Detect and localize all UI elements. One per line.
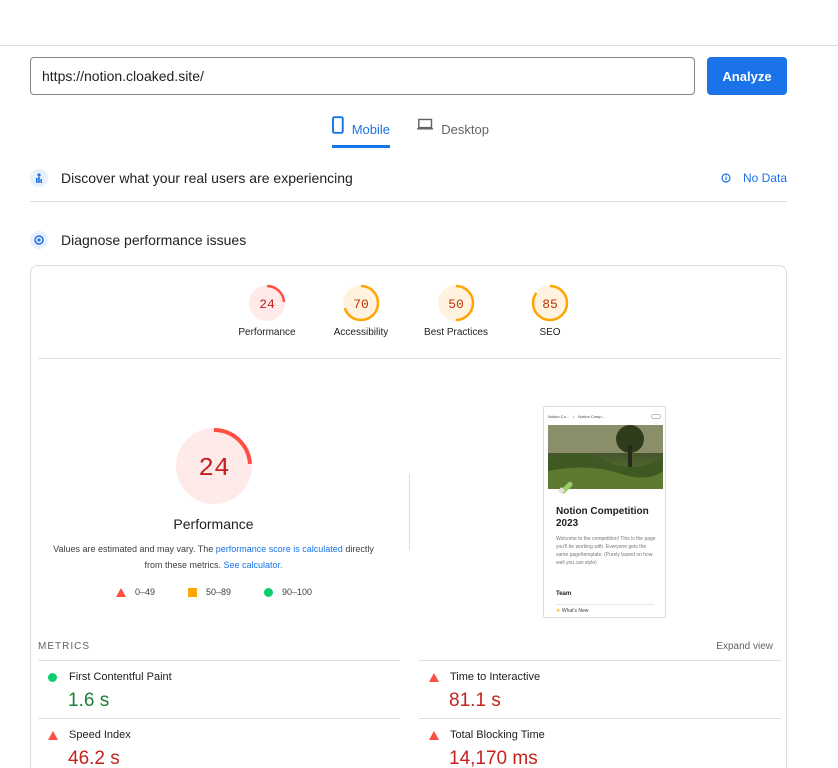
pass-circle-icon xyxy=(48,673,57,682)
screenshot-divider xyxy=(556,604,654,605)
diagnose-title: Diagnose performance issues xyxy=(61,232,247,248)
screenshot-crumb-2: Notion Comp... xyxy=(578,413,605,419)
vertical-divider xyxy=(409,474,410,550)
metrics-divider-right-mid xyxy=(419,718,781,719)
mobile-phone-icon xyxy=(332,116,344,134)
best-practices-gauge-ring: 50 xyxy=(437,284,475,322)
performance-big-gauge: 24 xyxy=(174,426,254,511)
screenshot-whats-new-label: What's New xyxy=(561,608,589,614)
fail-triangle-icon xyxy=(48,731,58,740)
tab-mobile-label: Mobile xyxy=(351,122,390,137)
metric-name: Total Blocking Time xyxy=(450,729,545,741)
metrics-heading: METRICS xyxy=(38,641,90,652)
fail-triangle-icon xyxy=(429,673,439,682)
performance-big-title: Performance xyxy=(173,516,254,532)
best-practices-label: Best Practices xyxy=(424,327,488,338)
screenshot-page-title: Notion Competition 2023 xyxy=(556,506,649,529)
score-gauge-best-practices[interactable]: 50 Best Practices xyxy=(411,283,501,338)
screenshot-team-heading: Team xyxy=(556,591,572,597)
performance-score: 24 xyxy=(259,297,275,312)
score-gauge-performance[interactable]: 24 Performance xyxy=(222,283,312,338)
no-data-label: No Data xyxy=(742,171,787,185)
section-divider xyxy=(30,201,787,202)
header-divider xyxy=(0,45,838,46)
estimate-text-1: Values are estimated and may vary. The xyxy=(53,544,216,554)
no-data-link[interactable]: No Data xyxy=(721,171,787,185)
metric-value: 46.2 s xyxy=(68,748,120,768)
lab-diagnostics-icon xyxy=(30,231,48,249)
field-data-section: Discover what your real users are experi… xyxy=(30,168,787,188)
metric-value: 14,170 ms xyxy=(449,748,538,768)
analyze-button[interactable]: Analyze xyxy=(707,57,787,95)
fail-triangle-icon xyxy=(429,731,439,740)
report-card: 24 Performance 70 Accessibility 50 Best … xyxy=(30,265,787,768)
diagnose-section: Diagnose performance issues xyxy=(30,230,787,250)
score-gauge-seo[interactable]: 85 SEO xyxy=(505,283,595,338)
pass-circle-icon xyxy=(264,587,273,597)
see-calculator-link[interactable]: See calculator. xyxy=(223,560,282,570)
metric-name: First Contentful Paint xyxy=(69,671,172,683)
laptop-icon xyxy=(417,118,434,130)
expand-view-toggle[interactable]: Expand view xyxy=(716,641,773,652)
accessibility-score: 70 xyxy=(353,297,369,312)
seo-score: 85 xyxy=(542,297,558,312)
seo-label: SEO xyxy=(539,327,561,338)
tab-desktop[interactable]: Desktop xyxy=(417,116,489,148)
real-users-icon xyxy=(30,169,48,187)
seo-gauge-ring: 85 xyxy=(531,284,569,322)
final-screenshot: Notion Co... / Notion Comp... Notion Com… xyxy=(543,406,666,618)
accessibility-label: Accessibility xyxy=(333,327,389,338)
metrics-divider-left-mid xyxy=(38,718,400,719)
performance-big-gauge-ring: 24 xyxy=(176,428,252,504)
gauges-divider xyxy=(38,358,781,359)
metrics-divider-right-top xyxy=(419,660,781,661)
best-practices-score: 50 xyxy=(448,297,464,312)
legend-fail-range: 0–49 xyxy=(135,587,156,597)
performance-big-score: 24 xyxy=(198,453,229,483)
estimate-note: Values are estimated and may vary. The p… xyxy=(51,541,376,573)
performance-gauge-ring: 24 xyxy=(248,284,286,322)
score-calculated-link[interactable]: performance score is calculated xyxy=(216,544,343,554)
metric-name: Time to Interactive xyxy=(450,671,541,683)
field-data-title: Discover what your real users are experi… xyxy=(61,170,353,186)
star-icon: ★ xyxy=(556,608,561,614)
fail-triangle-icon xyxy=(116,587,126,597)
screenshot-breadcrumb: Notion Co... / Notion Comp... xyxy=(548,411,661,421)
metrics-divider-left-top xyxy=(38,660,400,661)
info-icon xyxy=(721,173,731,183)
tab-mobile[interactable]: Mobile xyxy=(332,116,390,148)
legend-pass-range: 90–100 xyxy=(282,587,313,597)
screenshot-toggle xyxy=(651,413,661,419)
legend-average-range: 50–89 xyxy=(206,587,232,597)
tab-desktop-label: Desktop xyxy=(441,122,489,137)
legend-pass: 90–100 xyxy=(264,587,312,597)
performance-label: Performance xyxy=(238,327,296,338)
legend-average: 50–89 xyxy=(188,587,231,597)
screenshot-crumb-1: Notion Co... xyxy=(548,413,570,419)
metric-value: 81.1 s xyxy=(449,690,501,711)
legend-fail: 0–49 xyxy=(116,587,155,597)
metric-name: Speed Index xyxy=(69,729,131,741)
url-input[interactable] xyxy=(30,57,695,95)
screenshot-page-icon xyxy=(558,481,573,494)
metric-value: 1.6 s xyxy=(68,690,110,711)
screenshot-crumb-separator: / xyxy=(573,413,575,419)
accessibility-gauge-ring: 70 xyxy=(342,284,380,322)
score-gauge-accessibility[interactable]: 70 Accessibility xyxy=(316,283,406,338)
screenshot-whats-new: ★ What's New xyxy=(556,608,588,614)
screenshot-page-description: Welcome to the competition! This is the … xyxy=(556,536,656,566)
average-square-icon xyxy=(188,587,197,597)
